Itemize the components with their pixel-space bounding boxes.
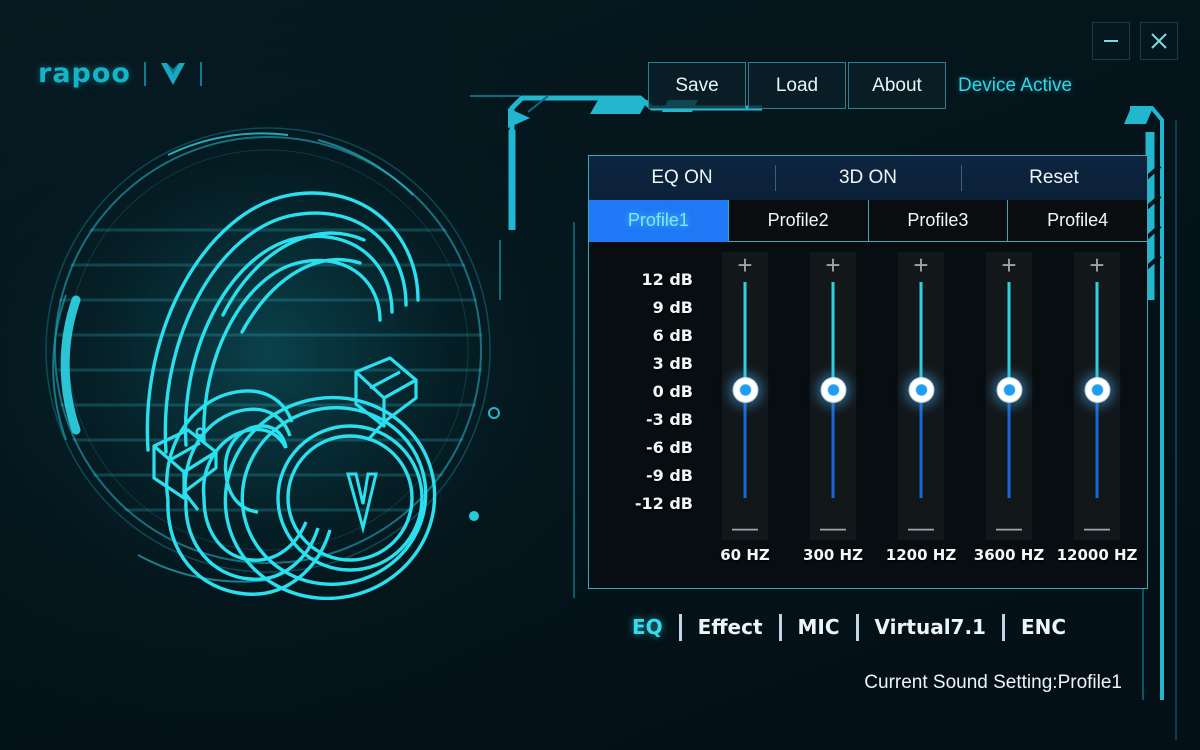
brand-logo: rapoo [38,58,202,89]
eq-band: + — 12000 HZ [1053,242,1141,588]
app-window: rapoo Save Load About Device Active EQ O… [0,0,1200,750]
eq-panel: EQ ON 3D ON Reset Profile1 Profile2 Prof… [588,155,1148,589]
track-upper-segment [1095,282,1099,390]
db-tick: 6 dB [652,326,693,345]
save-button[interactable]: Save [648,62,746,109]
increase-gain-button[interactable]: + [737,252,752,278]
eq-band: + — 60 HZ [701,242,789,588]
tab-effect[interactable]: Effect [684,615,777,639]
logo-divider [143,61,146,86]
db-tick: -9 dB [646,466,693,485]
tab-virtual71[interactable]: Virtual7.1 [861,615,1000,639]
db-tick: 9 dB [652,298,693,317]
eq-slider-knob[interactable] [996,377,1022,403]
eq-slider-knob[interactable] [1084,377,1110,403]
track-upper-segment [919,282,923,390]
track-lower-segment [1095,390,1099,498]
tab-mic[interactable]: MIC [784,615,854,639]
current-sound-setting-label: Current Sound Setting:Profile1 [864,672,1122,693]
decrease-gain-button[interactable]: — [820,514,846,540]
tab-eq[interactable]: EQ [618,615,677,639]
eq-band-column: + — [1074,252,1120,540]
eq-band-column: + — [898,252,944,540]
headset-illustration [18,100,518,600]
eq-sliders-area: 12 dB 9 dB 6 dB 3 dB 0 dB -3 dB -6 dB -9… [589,242,1147,588]
track-lower-segment [919,390,923,498]
eq-band-column: + — [722,252,768,540]
tab-enc[interactable]: ENC [1007,615,1080,639]
reset-button[interactable]: Reset [961,156,1147,200]
tab-divider [778,613,782,641]
device-status-label: Device Active [958,74,1073,96]
frequency-label: 3600 HZ [973,546,1045,564]
track-lower-segment [743,390,747,498]
top-toolbar: Save Load About Device Active [648,62,1072,109]
eq-slider-knob[interactable] [908,377,934,403]
eq-band: + — 3600 HZ [965,242,1053,588]
decrease-gain-button[interactable]: — [908,514,934,540]
db-tick: 12 dB [641,270,693,289]
window-controls [1092,22,1178,60]
eq-slider-track[interactable] [1084,282,1110,498]
load-button[interactable]: Load [748,62,846,109]
eq-band-column: + — [810,252,856,540]
eq-slider-knob[interactable] [732,377,758,403]
increase-gain-button[interactable]: + [825,252,840,278]
db-scale: 12 dB 9 dB 6 dB 3 dB 0 dB -3 dB -6 dB -9… [599,266,693,518]
bottom-tab-bar: EQ Effect MIC Virtual7.1 ENC [618,612,1080,642]
close-icon [1151,33,1167,49]
increase-gain-button[interactable]: + [1089,252,1104,278]
decrease-gain-button[interactable]: — [732,514,758,540]
track-lower-segment [831,390,835,498]
eq-slider-track[interactable] [908,282,934,498]
eq-slider-track[interactable] [996,282,1022,498]
eq-slider-knob[interactable] [820,377,846,403]
increase-gain-button[interactable]: + [1001,252,1016,278]
profile-tab-3[interactable]: Profile3 [868,200,1009,242]
tab-divider [678,613,682,641]
vpro-v-icon [160,62,185,85]
decrease-gain-button[interactable]: — [1084,514,1110,540]
db-tick: 0 dB [652,382,693,401]
logo-divider-2 [199,61,202,86]
frequency-label: 1200 HZ [885,546,957,564]
eq-band: + — 300 HZ [789,242,877,588]
increase-gain-button[interactable]: + [913,252,928,278]
frequency-label: 60 HZ [720,546,770,564]
db-tick: 3 dB [652,354,693,373]
eq-slider-track[interactable] [820,282,846,498]
profile-tab-2[interactable]: Profile2 [728,200,869,242]
about-button[interactable]: About [848,62,946,109]
db-tick: -3 dB [646,410,693,429]
eq-band-column: + — [986,252,1032,540]
track-upper-segment [743,282,747,390]
tab-divider [1001,613,1005,641]
eq-mode-bar: EQ ON 3D ON Reset [589,156,1147,200]
frequency-label: 12000 HZ [1056,546,1138,564]
profile-tab-4[interactable]: Profile4 [1008,200,1147,242]
track-lower-segment [1007,390,1011,498]
3d-on-toggle[interactable]: 3D ON [775,156,961,200]
profile-tab-1[interactable]: Profile1 [589,200,729,242]
tab-divider [855,613,859,641]
eq-on-toggle[interactable]: EQ ON [589,156,775,200]
track-upper-segment [831,282,835,390]
track-upper-segment [1007,282,1011,390]
decrease-gain-button[interactable]: — [996,514,1022,540]
eq-band: + — 1200 HZ [877,242,965,588]
close-button[interactable] [1140,22,1178,60]
minimize-icon [1104,40,1118,42]
eq-bands: + — 60 HZ + — 300 HZ + — 1200 HZ + — 360… [701,242,1141,588]
minimize-button[interactable] [1092,22,1130,60]
frequency-label: 300 HZ [803,546,863,564]
db-tick: -12 dB [634,494,693,513]
profile-tabs: Profile1 Profile2 Profile3 Profile4 [589,200,1147,242]
eq-slider-track[interactable] [732,282,758,498]
brand-name: rapoo [38,58,131,89]
db-tick: -6 dB [646,438,693,457]
